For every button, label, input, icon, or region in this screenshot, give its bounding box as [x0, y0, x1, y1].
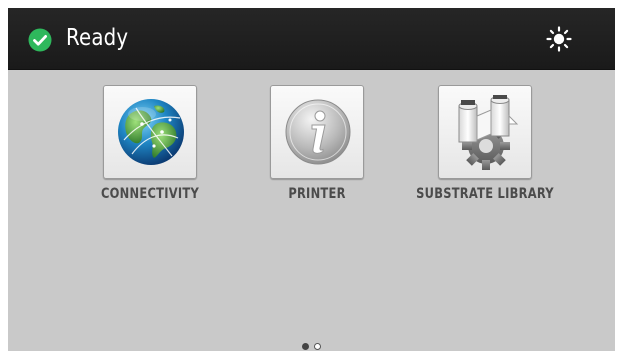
status-text: Ready	[66, 25, 129, 51]
check-circle-icon	[28, 28, 52, 52]
app-label-connectivity: CONNECTIVITY	[100, 186, 200, 202]
status-bar: Ready	[8, 8, 615, 70]
globe-icon	[118, 99, 184, 165]
connectivity-tile[interactable]	[103, 85, 197, 179]
info-icon	[285, 99, 351, 165]
sun-icon	[546, 26, 572, 52]
app-printer[interactable]: PRINTER	[242, 85, 392, 215]
app-label-substrate-library: SUBSTRATE LIBRARY	[416, 186, 554, 202]
brightness-button[interactable]	[546, 26, 572, 52]
page-dot-inactive[interactable]	[314, 343, 321, 350]
page-indicator	[298, 343, 328, 351]
app-substrate-library[interactable]: SUBSTRATE LIBRARY	[410, 85, 560, 215]
app-connectivity[interactable]: CONNECTIVITY	[75, 85, 225, 215]
printer-tile[interactable]	[270, 85, 364, 179]
substrate-rolls-gear-icon	[458, 95, 519, 170]
control-panel-screen: Ready CONNECTIVITY PRINTER SUBSTRATE LIB…	[8, 8, 615, 351]
page-dot-active[interactable]	[302, 343, 309, 350]
substrate-library-tile[interactable]	[438, 85, 532, 179]
app-label-printer: PRINTER	[288, 186, 346, 202]
